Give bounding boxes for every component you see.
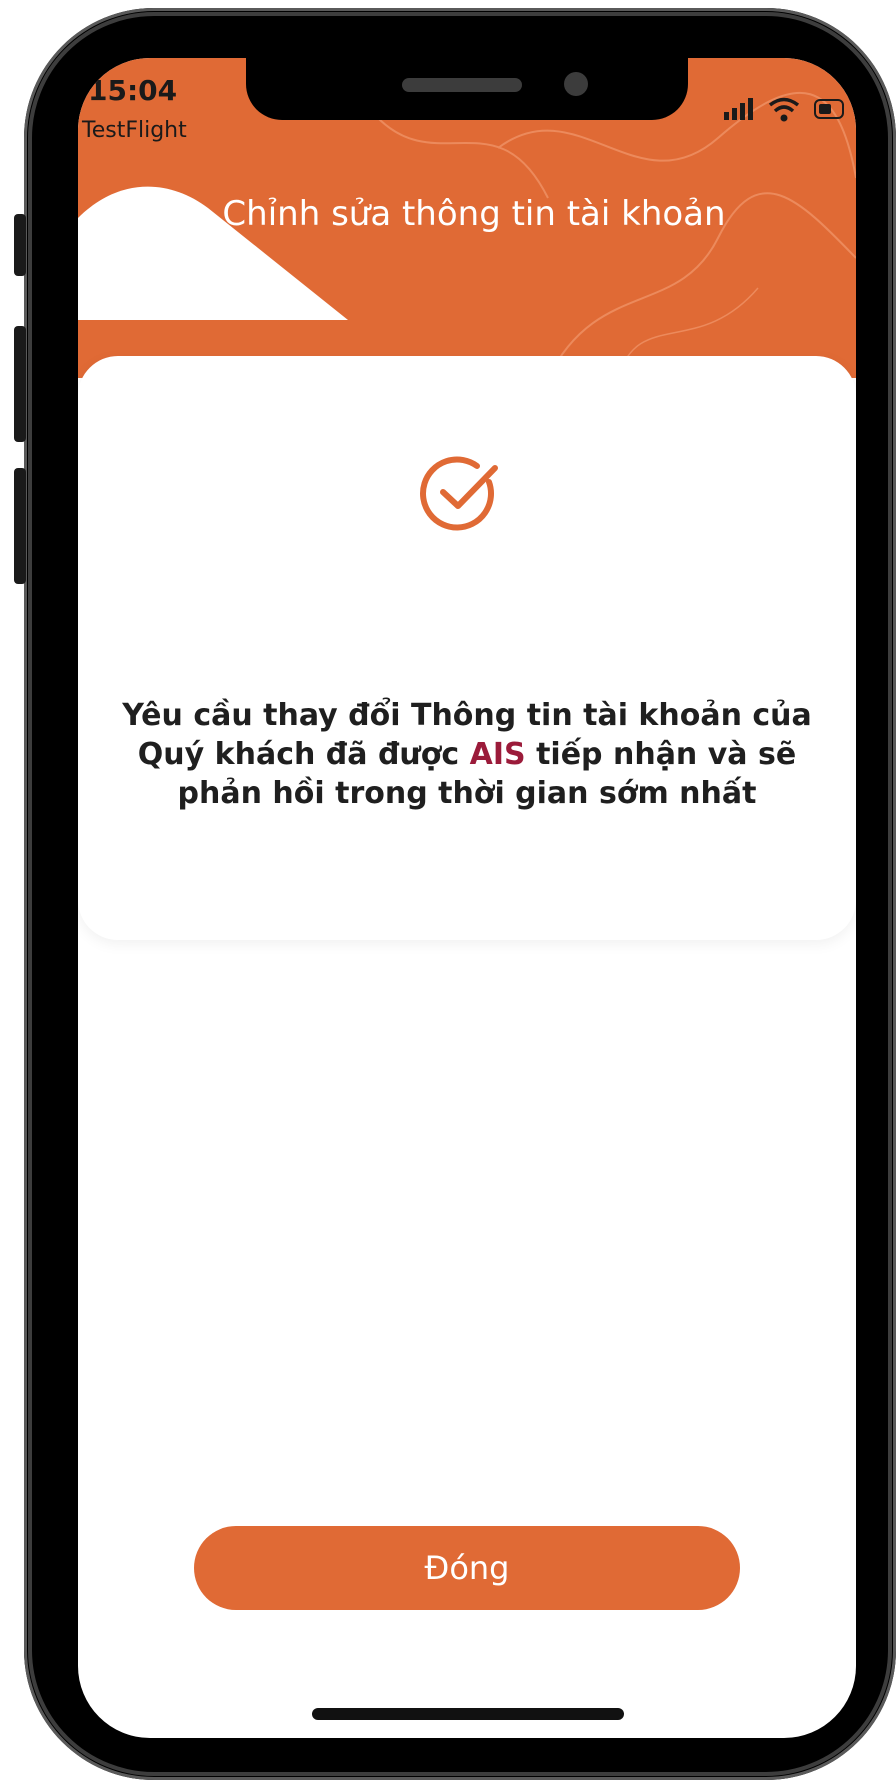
- wifi-icon: [768, 97, 800, 122]
- home-indicator: [312, 1708, 624, 1720]
- phone-notch: [246, 58, 688, 120]
- status-time: 15:04: [88, 74, 178, 107]
- app-screen: 15:04 TestFlight Chỉnh sửa thông tin tài…: [78, 58, 856, 1738]
- page-title: Chỉnh sửa thông tin tài khoản: [222, 194, 726, 234]
- volume-down-button: [14, 468, 26, 584]
- speaker-grille: [402, 78, 522, 92]
- mute-switch: [14, 214, 26, 276]
- message-company-name: AIS: [469, 737, 526, 772]
- front-camera: [564, 72, 588, 96]
- result-card: Yêu cầu thay đổi Thông tin tài khoản của…: [78, 356, 856, 940]
- header-banner: 15:04 TestFlight Chỉnh sửa thông tin tài…: [78, 58, 856, 378]
- check-circle-icon: [420, 456, 498, 531]
- close-button[interactable]: Đóng: [194, 1526, 740, 1610]
- volume-up-button: [14, 326, 26, 442]
- status-testflight: TestFlight: [82, 118, 187, 143]
- status-icons: [724, 96, 848, 126]
- cellular-signal-icon: [724, 98, 753, 120]
- confirmation-message: Yêu cầu thay đổi Thông tin tài khoản của…: [118, 696, 816, 813]
- battery-icon: [814, 99, 844, 119]
